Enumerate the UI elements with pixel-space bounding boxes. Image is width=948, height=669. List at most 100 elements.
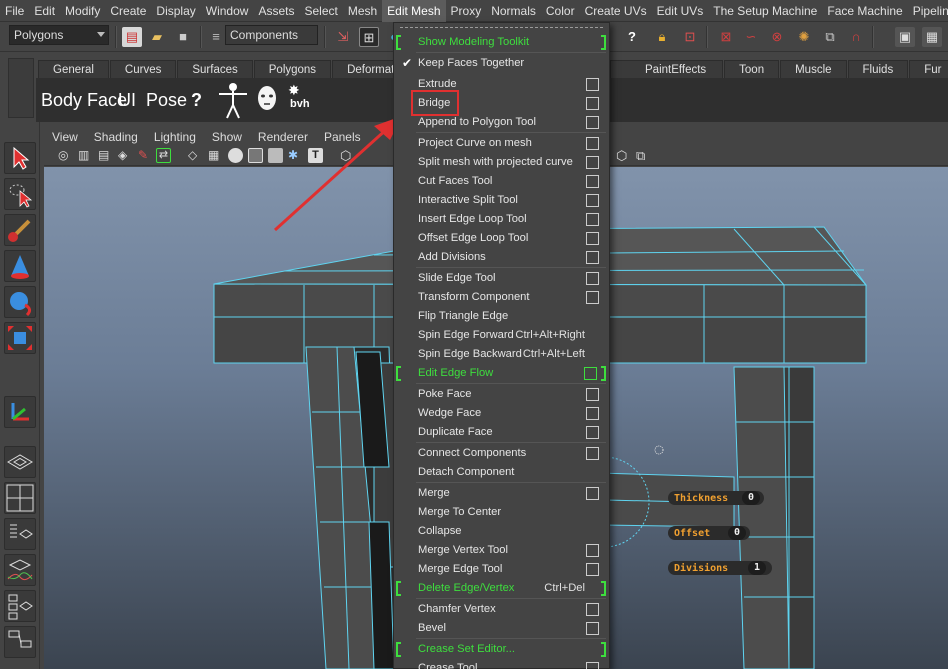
menu-item-merge-vertex-tool[interactable]: Merge Vertex Tool <box>395 541 609 560</box>
menu-modify[interactable]: Modify <box>60 0 105 22</box>
menu-item-wedge-face[interactable]: Wedge Face <box>395 404 609 423</box>
menu-create-uvs[interactable]: Create UVs <box>580 0 652 22</box>
menu-create[interactable]: Create <box>105 0 151 22</box>
menu-item-flip-triangle-edge[interactable]: Flip Triangle Edge <box>395 307 609 326</box>
image-plane-icon[interactable]: ◈ <box>118 148 133 163</box>
menu-assets[interactable]: Assets <box>253 0 299 22</box>
pose-button[interactable]: Pose <box>146 88 187 112</box>
menu-setup-machine[interactable]: The Setup Machine <box>708 0 822 22</box>
shelf-tab-surfaces[interactable]: Surfaces <box>177 60 253 78</box>
make-live-icon[interactable]: ⧉ <box>820 27 840 47</box>
ui-button[interactable]: UI <box>118 88 136 112</box>
menu-face-machine[interactable]: Face Machine <box>822 0 907 22</box>
layout-four-pane[interactable] <box>4 482 36 514</box>
option-box-icon[interactable] <box>586 156 599 169</box>
hud-toggle-icon[interactable]: ⧉ <box>636 148 651 163</box>
menu-item-spin-edge-backward[interactable]: Spin Edge Backward Ctrl+Alt+Left <box>395 345 609 364</box>
menu-item-edit-edge-flow[interactable]: Edit Edge Flow <box>395 364 609 383</box>
viewport-menu-lighting[interactable]: Lighting <box>146 130 204 144</box>
option-box-icon[interactable] <box>586 78 599 91</box>
render-view-icon[interactable]: ▣ <box>895 27 915 47</box>
layout-graph-editor[interactable] <box>4 554 36 586</box>
menu-item-bevel[interactable]: Bevel <box>395 619 609 638</box>
menu-item-cut-faces-tool[interactable]: Cut Faces Tool <box>395 172 609 191</box>
body-face-button[interactable]: Body Face <box>41 88 127 112</box>
thickness-slider[interactable]: Thickness 0 <box>668 491 764 505</box>
menu-edit-uvs[interactable]: Edit UVs <box>652 0 709 22</box>
menu-display[interactable]: Display <box>151 0 200 22</box>
new-scene-icon[interactable]: ▤ <box>122 27 142 47</box>
menu-pipeline[interactable]: Pipeline Ca <box>908 0 948 22</box>
offset-slider[interactable]: Offset 0 <box>668 526 750 540</box>
shelf-tab-curves[interactable]: Curves <box>109 60 177 78</box>
option-box-icon[interactable] <box>586 272 599 285</box>
shelf-tab-fluids[interactable]: Fluids <box>847 60 909 78</box>
viewport-menu-view[interactable]: View <box>44 130 86 144</box>
menu-item-split-mesh-with-projected-curve[interactable]: Split mesh with projected curve <box>395 153 609 172</box>
layout-single-pane[interactable] <box>4 446 36 478</box>
menu-item-collapse[interactable]: Collapse <box>395 522 609 541</box>
option-box-icon[interactable] <box>586 116 599 129</box>
camera-icon[interactable]: ◎ <box>58 148 73 163</box>
bookmarks-icon[interactable]: ▤ <box>98 148 113 163</box>
menu-window[interactable]: Window <box>201 0 254 22</box>
shelf-tab-general[interactable]: General <box>38 60 109 78</box>
viewport-menu-shading[interactable]: Shading <box>86 130 146 144</box>
menu-item-connect-components[interactable]: Connect Components <box>395 444 609 463</box>
shelf-menu-handle[interactable] <box>8 58 34 118</box>
menu-color[interactable]: Color <box>541 0 580 22</box>
mode-selector-dropdown[interactable]: Polygons <box>9 25 109 45</box>
menu-item-detach-component[interactable]: Detach Component <box>395 463 609 482</box>
wireframe-on-shaded-icon[interactable] <box>248 148 263 163</box>
magnet-icon[interactable]: ∩ <box>846 27 866 47</box>
menu-item-poke-face[interactable]: Poke Face <box>395 385 609 404</box>
lasso-tool[interactable] <box>4 178 36 210</box>
menu-proxy[interactable]: Proxy <box>446 0 487 22</box>
grease-pencil-icon[interactable]: ✎ <box>138 148 153 163</box>
smooth-shade-icon[interactable] <box>228 148 243 163</box>
snap-selection-icon[interactable]: ⊡ <box>680 27 700 47</box>
menu-item-keep-faces-together[interactable]: ✔ Keep Faces Together <box>395 54 609 73</box>
offset-value[interactable]: 0 <box>728 526 747 540</box>
menu-select[interactable]: Select <box>299 0 342 22</box>
bvh-button[interactable]: bvh <box>290 98 310 110</box>
manipulator-tool[interactable] <box>4 396 36 428</box>
menu-item-show-modeling-toolkit[interactable]: Show Modeling Toolkit <box>395 33 609 52</box>
option-box-icon[interactable] <box>586 407 599 420</box>
two-d-pan-icon[interactable]: ⇄ <box>156 148 171 163</box>
option-box-icon[interactable] <box>586 388 599 401</box>
menu-edit[interactable]: Edit <box>29 0 60 22</box>
layout-node-editor[interactable] <box>4 626 36 658</box>
menu-item-interactive-split-tool[interactable]: Interactive Split Tool <box>395 191 609 210</box>
menu-item-merge-edge-tool[interactable]: Merge Edge Tool <box>395 560 609 579</box>
menu-item-merge[interactable]: Merge <box>395 484 609 503</box>
option-box-icon[interactable] <box>586 662 599 669</box>
menu-item-crease-tool[interactable]: Crease Tool <box>395 659 609 669</box>
option-box-icon[interactable] <box>586 194 599 207</box>
camera-attributes-icon[interactable]: ▥ <box>78 148 93 163</box>
menu-item-duplicate-face[interactable]: Duplicate Face <box>395 423 609 442</box>
select-hierarchy-icon[interactable]: ⇲ <box>333 27 353 47</box>
divisions-slider[interactable]: Divisions 1 <box>668 561 772 575</box>
move-tool[interactable] <box>4 250 36 282</box>
menu-item-merge-to-center[interactable]: Merge To Center <box>395 503 609 522</box>
option-box-icon[interactable] <box>586 544 599 557</box>
menu-item-spin-edge-forward[interactable]: Spin Edge Forward Ctrl+Alt+Right <box>395 326 609 345</box>
paint-select-tool[interactable] <box>4 214 36 246</box>
grid-icon[interactable]: ◇ <box>188 148 203 163</box>
menu-normals[interactable]: Normals <box>486 0 541 22</box>
shelf-tab-muscle[interactable]: Muscle <box>780 60 847 78</box>
menu-item-project-curve-on-mesh[interactable]: Project Curve on mesh <box>395 134 609 153</box>
menu-set-icon[interactable]: ≡ <box>206 27 226 47</box>
shelf-tab-fur[interactable]: Fur <box>909 60 948 78</box>
option-box-icon[interactable] <box>586 137 599 150</box>
menu-item-crease-set-editor[interactable]: Crease Set Editor... <box>395 640 609 659</box>
open-scene-icon[interactable]: ▰ <box>147 27 167 47</box>
menu-item-add-divisions[interactable]: Add Divisions <box>395 248 609 267</box>
option-box-icon[interactable] <box>586 97 599 110</box>
option-box-icon[interactable] <box>584 367 597 380</box>
menu-item-transform-component[interactable]: Transform Component <box>395 288 609 307</box>
shelf-tab-polygons[interactable]: Polygons <box>253 60 332 78</box>
option-box-icon[interactable] <box>586 563 599 576</box>
lock-icon[interactable]: 🔒︎ <box>652 27 672 47</box>
